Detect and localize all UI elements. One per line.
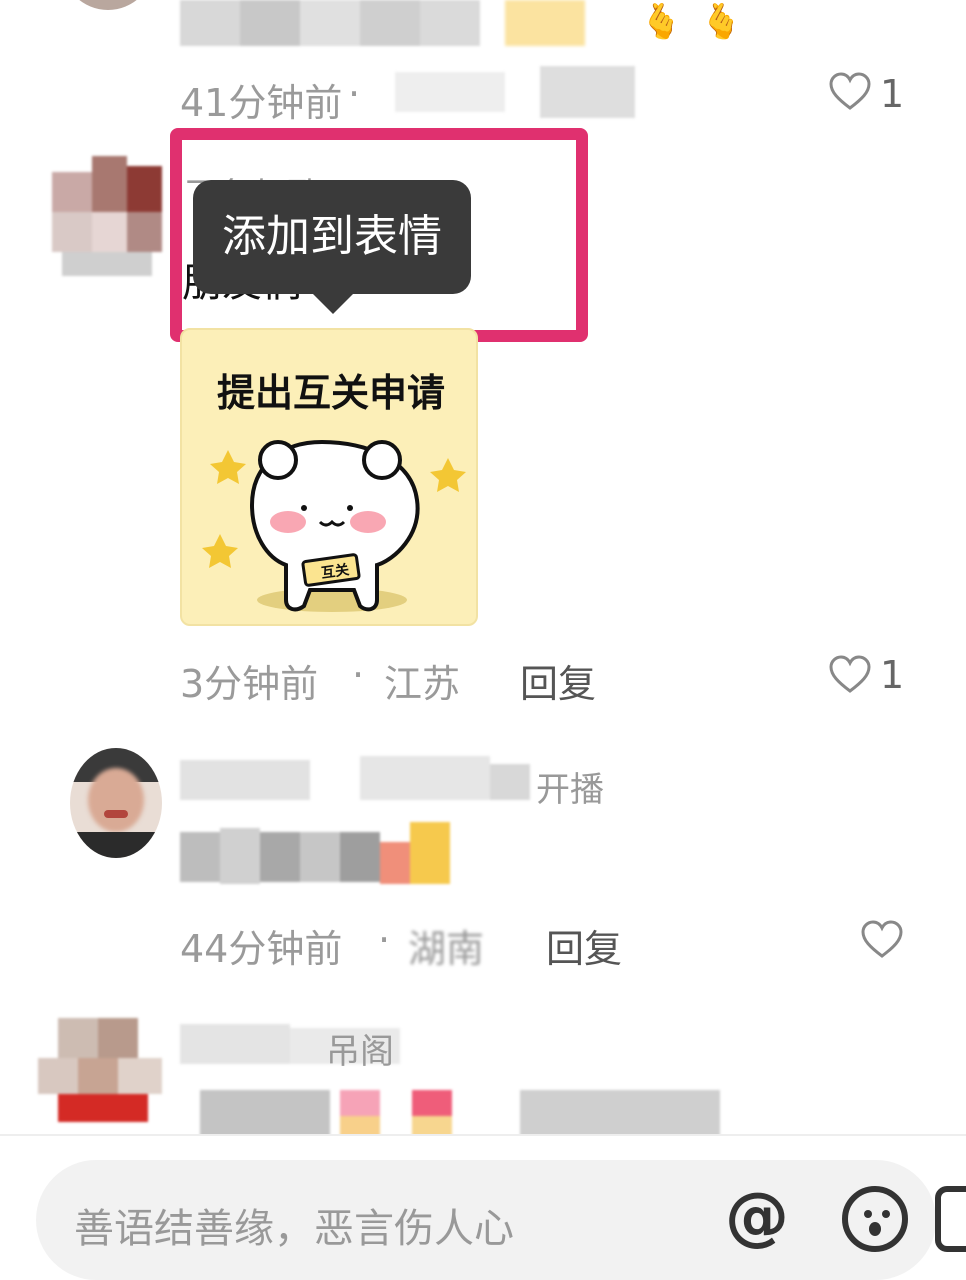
comment-time: 41分钟前 xyxy=(180,81,343,125)
heart-icon xyxy=(829,655,871,693)
comment-location: 湖南 xyxy=(408,927,485,971)
author-name-suffix[interactable]: 开播 xyxy=(536,762,604,811)
emoji-finger-heart-icon: 🫰 xyxy=(700,2,743,42)
emoji-button[interactable] xyxy=(842,1186,908,1252)
author-name-suffix[interactable]: 吊阁 xyxy=(326,1024,394,1073)
meta-separator: · xyxy=(348,72,361,116)
comment-time: 44分钟前 xyxy=(180,927,343,971)
tooltip-arrow xyxy=(311,292,355,314)
bear-illustration xyxy=(202,439,466,612)
comment-time: 3分钟前 xyxy=(180,662,319,706)
emoji-finger-heart-icon xyxy=(505,0,585,46)
avatar[interactable] xyxy=(70,748,162,858)
reply-button[interactable]: 回复 xyxy=(520,653,596,708)
add-to-stickers-tooltip[interactable]: 添加到表情 xyxy=(193,180,471,294)
more-input-button[interactable] xyxy=(935,1186,966,1252)
mention-button[interactable]: @ xyxy=(722,1182,792,1252)
avatar[interactable] xyxy=(38,1018,162,1122)
like-count: 1 xyxy=(880,72,905,116)
avatar[interactable] xyxy=(52,156,162,276)
avatar[interactable] xyxy=(62,0,154,10)
meta-separator: · xyxy=(378,918,391,962)
comment-text-blurred xyxy=(180,822,450,888)
heart-icon xyxy=(829,72,871,110)
sticker-text: 提出互关申请 xyxy=(216,371,445,415)
emoji-finger-heart-icon: 🫰 xyxy=(640,2,683,42)
sticker-image[interactable]: 提出互关申请 互关 xyxy=(180,328,478,626)
meta-separator: · xyxy=(352,653,365,697)
comment-location: 江苏 xyxy=(384,662,461,706)
comment-input-placeholder: 善语结善缘，恶言伤人心 xyxy=(74,1206,514,1252)
like-count: 1 xyxy=(880,653,905,697)
comment-text-blurred xyxy=(180,0,520,46)
heart-icon xyxy=(861,920,903,958)
location-blurred xyxy=(395,66,635,118)
reply-button[interactable]: 回复 xyxy=(546,918,622,973)
